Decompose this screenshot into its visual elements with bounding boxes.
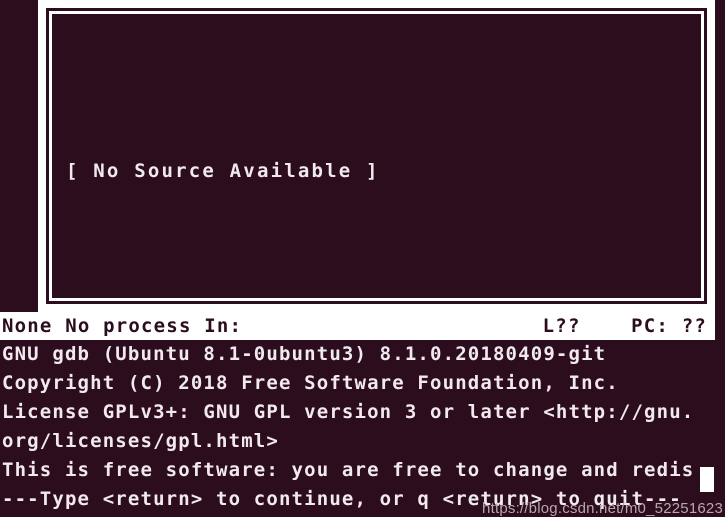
source-window: [ No Source Available ] (38, 0, 715, 312)
gdb-tui-terminal: [ No Source Available ] None No process … (0, 0, 725, 517)
source-window-inner-border: [ No Source Available ] (49, 11, 704, 301)
status-bar-indicator-gap (581, 315, 632, 337)
console-line: Copyright (C) 2018 Free Software Foundat… (2, 372, 619, 394)
status-bar-pc-indicator: PC: ?? (631, 315, 707, 337)
status-bar-right-group: L?? PC: ?? (543, 315, 715, 337)
status-bar-left-text: None No process In: (2, 315, 243, 337)
console-line: License GPLv3+: GNU GPL version 3 or lat… (2, 401, 695, 423)
gdb-command-output[interactable]: GNU gdb (Ubuntu 8.1-0ubuntu3) 8.1.0.2018… (0, 340, 725, 517)
status-bar-line-indicator: L?? (542, 315, 581, 337)
console-line: GNU gdb (Ubuntu 8.1-0ubuntu3) 8.1.0.2018… (2, 343, 607, 365)
source-window-viewport: [ No Source Available ] (52, 14, 701, 298)
console-line: This is free software: you are free to c… (2, 459, 695, 481)
source-window-frame-gap: [ No Source Available ] (46, 8, 707, 304)
watermark-url: https://blog.csdn.net/m0_52251623 (482, 500, 723, 517)
console-line: org/licenses/gpl.html> (2, 430, 279, 452)
status-bar: None No process In: L?? PC: ?? (0, 312, 715, 340)
no-source-available-message: [ No Source Available ] (66, 160, 380, 182)
text-cursor (700, 467, 714, 492)
